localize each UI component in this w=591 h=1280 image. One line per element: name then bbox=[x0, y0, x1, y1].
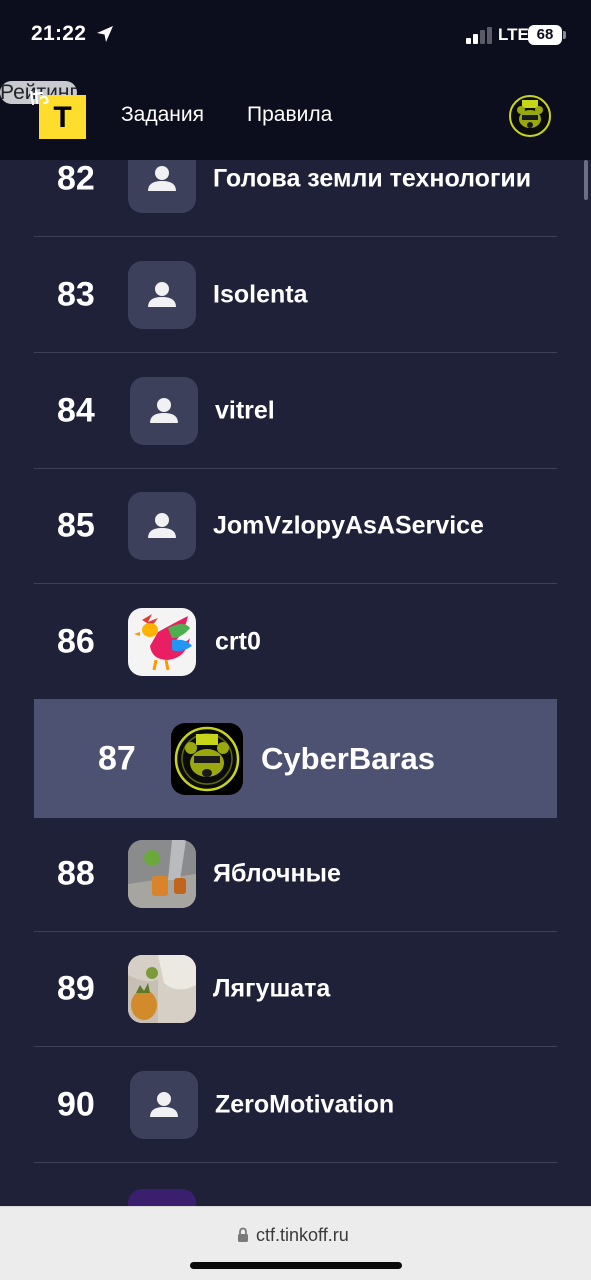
scrollbar-thumb[interactable] bbox=[584, 160, 588, 200]
lock-icon bbox=[238, 1227, 248, 1242]
home-indicator bbox=[190, 1262, 402, 1269]
rank-number: 87 bbox=[98, 739, 136, 777]
default-user-icon bbox=[128, 160, 196, 213]
apple-drink-photo bbox=[128, 840, 196, 908]
cyber-bear-logo bbox=[171, 722, 243, 795]
leaderboard-row[interactable]: 84 vitrel bbox=[34, 354, 557, 469]
battery-indicator: 68 bbox=[528, 25, 562, 45]
logo-script-icon bbox=[29, 89, 49, 106]
frog-photo bbox=[128, 955, 196, 1023]
leaderboard-row[interactable]: 85 JomVzlopyAsAService bbox=[34, 469, 557, 584]
leaderboard-row-current-team[interactable]: 87 CyberBaras bbox=[34, 699, 557, 818]
team-name: Лягушата bbox=[213, 974, 331, 1003]
status-bar: 21:22 LTE 68 bbox=[0, 0, 591, 70]
team-name: Голова земли технологии bbox=[213, 164, 532, 193]
network-type: LTE bbox=[498, 25, 529, 44]
rank-number: 86 bbox=[57, 622, 95, 661]
default-user-icon bbox=[130, 1071, 198, 1139]
partial-avatar bbox=[128, 1189, 196, 1206]
browser-address-bar[interactable]: ctf.tinkoff.ru bbox=[0, 1206, 591, 1280]
rank-number: 84 bbox=[57, 391, 95, 430]
leaderboard-row[interactable]: 90 ZeroMotivation bbox=[34, 1048, 557, 1163]
team-avatar-icon[interactable] bbox=[508, 94, 552, 138]
team-name: ZeroMotivation bbox=[215, 1090, 395, 1119]
leaderboard-row[interactable]: 82 Голова земли технологии bbox=[34, 160, 557, 237]
team-name: vitrel bbox=[215, 396, 275, 425]
rank-number: 88 bbox=[57, 854, 95, 893]
team-name: Isolenta bbox=[213, 280, 308, 309]
nav-rules-link[interactable]: Правила bbox=[247, 103, 332, 127]
team-name: crt0 bbox=[215, 627, 261, 656]
team-name: Яблочные bbox=[213, 859, 341, 888]
its-tinkoff-logo[interactable]: Т bbox=[28, 88, 88, 140]
leaderboard-row[interactable]: 86 crt0 bbox=[34, 585, 557, 700]
leaderboard-row[interactable]: 83 Isolenta bbox=[34, 238, 557, 353]
nav-tasks-link[interactable]: Задания bbox=[121, 103, 204, 127]
team-name: CyberBaras bbox=[261, 740, 436, 776]
default-user-icon bbox=[128, 261, 196, 329]
rank-number: 90 bbox=[57, 1085, 95, 1124]
leaderboard-list[interactable]: 82 Голова земли технологии 83 Isolenta 8… bbox=[0, 160, 591, 1206]
status-time: 21:22 bbox=[31, 22, 87, 45]
default-user-icon bbox=[128, 492, 196, 560]
rank-number: 85 bbox=[57, 506, 95, 545]
team-name: JomVzlopyAsAService bbox=[213, 511, 484, 540]
url-text[interactable]: ctf.tinkoff.ru bbox=[256, 1225, 349, 1246]
leaderboard-row[interactable]: 88 Яблочные bbox=[34, 817, 557, 932]
rank-number: 83 bbox=[57, 275, 95, 314]
leaderboard-row[interactable]: 89 Лягушата bbox=[34, 932, 557, 1047]
rooster-image bbox=[128, 608, 196, 676]
rank-number: 82 bbox=[57, 160, 95, 198]
default-user-icon bbox=[130, 377, 198, 445]
location-arrow-icon bbox=[97, 26, 113, 42]
leaderboard-row-partial[interactable] bbox=[34, 1163, 557, 1206]
top-navigation: Т Задания Правила Рейтинг bbox=[0, 70, 591, 160]
rank-number: 89 bbox=[57, 969, 95, 1008]
signal-icon bbox=[466, 27, 492, 44]
battery-tip bbox=[563, 31, 566, 39]
